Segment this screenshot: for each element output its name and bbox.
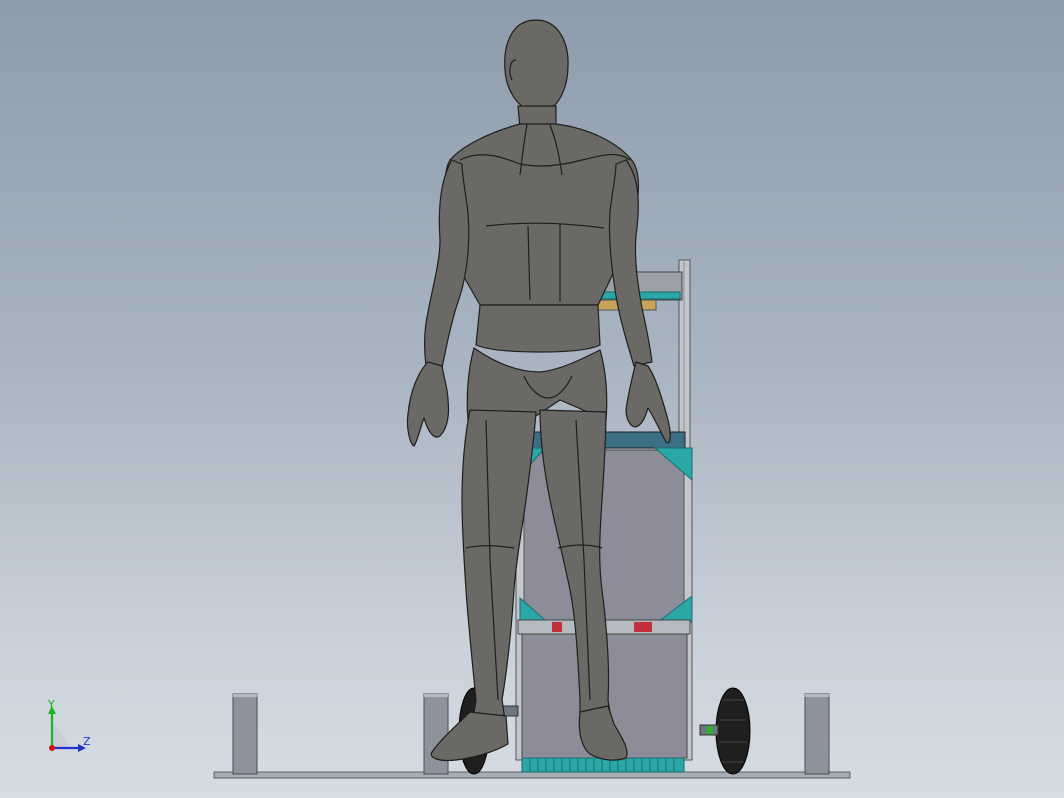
wheel-right[interactable] [699, 687, 751, 775]
cad-model-scene[interactable] [0, 0, 1064, 798]
floor-plate[interactable] [213, 771, 851, 779]
z-axis-label: Z [83, 735, 91, 748]
post-right[interactable] [804, 693, 830, 775]
reference-triad: Y Z [40, 698, 100, 758]
post-left[interactable] [232, 693, 258, 775]
post-center[interactable] [423, 693, 449, 775]
axis-triad-icon: Y Z [47, 698, 91, 752]
y-axis-label: Y [47, 698, 55, 711]
graphics-viewport[interactable]: Y Z [0, 0, 1064, 798]
